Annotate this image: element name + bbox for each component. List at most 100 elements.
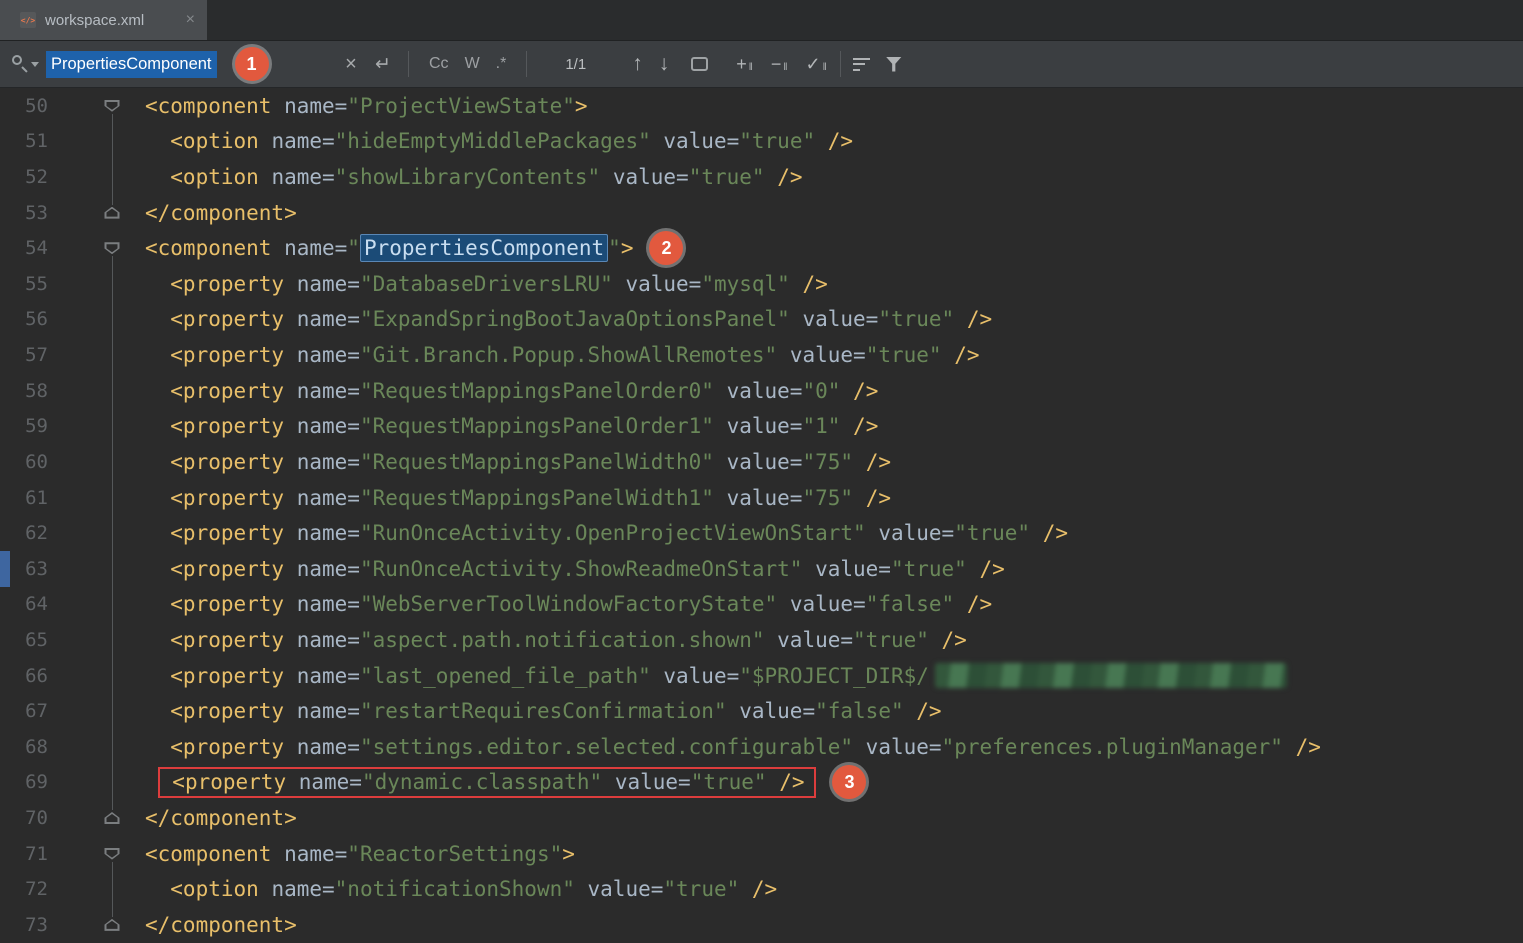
- code-segment: <property: [145, 628, 284, 652]
- fold-gutter[interactable]: [98, 195, 126, 231]
- gutter-strip: [0, 159, 10, 195]
- annotation-badge-1: 1: [235, 47, 269, 81]
- add-occurrence-icon[interactable]: +‖: [736, 54, 754, 75]
- line-number[interactable]: 70: [10, 807, 48, 829]
- code-line[interactable]: 69 <property name="dynamic.classpath" va…: [0, 765, 1523, 801]
- line-number[interactable]: 69: [10, 771, 48, 793]
- code-line[interactable]: 54<component name="PropertiesComponent">…: [0, 230, 1523, 266]
- code-line[interactable]: 56 <property name="ExpandSpringBootJavaO…: [0, 302, 1523, 338]
- line-number[interactable]: 71: [10, 843, 48, 865]
- code-line[interactable]: 62 <property name="RunOnceActivity.OpenP…: [0, 515, 1523, 551]
- fold-marker-expanded-icon[interactable]: [105, 100, 120, 112]
- line-number[interactable]: 53: [10, 202, 48, 224]
- code-segment: "1": [802, 414, 840, 438]
- search-input[interactable]: PropertiesComponent 1: [46, 47, 328, 81]
- line-number[interactable]: 66: [10, 665, 48, 687]
- line-number[interactable]: 67: [10, 700, 48, 722]
- code-line[interactable]: 70</component>: [0, 800, 1523, 836]
- code-text: <property name="RequestMappingsPanelWidt…: [145, 450, 1523, 474]
- code-segment: name=: [284, 307, 360, 331]
- code-segment: "true": [689, 165, 765, 189]
- code-line[interactable]: 60 <property name="RequestMappingsPanelW…: [0, 444, 1523, 480]
- line-number[interactable]: 60: [10, 451, 48, 473]
- select-all-occurrences-icon[interactable]: ✓‖: [806, 54, 828, 75]
- fold-marker-end-icon[interactable]: [105, 812, 120, 824]
- code-line[interactable]: 66 <property name="last_opened_file_path…: [0, 658, 1523, 694]
- code-line[interactable]: 52 <option name="showLibraryContents" va…: [0, 159, 1523, 195]
- code-area[interactable]: 50 <component name="ProjectViewState"> 51 …: [0, 88, 1523, 943]
- search-icon[interactable]: [10, 53, 40, 75]
- code-line[interactable]: 67 <property name="restartRequiresConfir…: [0, 693, 1523, 729]
- clear-search-icon[interactable]: ×: [338, 53, 364, 76]
- regex-toggle[interactable]: .*: [488, 51, 515, 77]
- line-number[interactable]: 64: [10, 593, 48, 615]
- code-segment: name=: [284, 414, 360, 438]
- code-line[interactable]: 73</component>: [0, 907, 1523, 943]
- code-segment: name=: [284, 664, 360, 688]
- code-segment: <option: [145, 165, 259, 189]
- code-segment: "true": [878, 307, 954, 331]
- previous-occurrence-icon[interactable]: ↑: [632, 52, 643, 76]
- code-line[interactable]: 61 <property name="RequestMappingsPanelW…: [0, 480, 1523, 516]
- line-number[interactable]: 63: [10, 558, 48, 580]
- line-number[interactable]: 58: [10, 380, 48, 402]
- fold-gutter[interactable]: [98, 230, 126, 266]
- code-line[interactable]: 71<component name="ReactorSettings">: [0, 836, 1523, 872]
- code-segment: "$PROJECT_DIR$/: [739, 664, 929, 688]
- fold-gutter: [98, 408, 126, 444]
- code-line[interactable]: 58 <property name="RequestMappingsPanelO…: [0, 373, 1523, 409]
- fold-gutter[interactable]: [98, 88, 126, 124]
- line-number[interactable]: 50: [10, 95, 48, 117]
- line-number[interactable]: 55: [10, 273, 48, 295]
- line-number[interactable]: 59: [10, 415, 48, 437]
- fold-marker-expanded-icon[interactable]: [105, 242, 120, 254]
- code-line[interactable]: 53</component>: [0, 195, 1523, 231]
- match-case-toggle[interactable]: Cc: [421, 51, 457, 77]
- code-segment: "restartRequiresConfirmation": [360, 699, 727, 723]
- filter-search-results-icon[interactable]: [886, 57, 902, 72]
- code-line[interactable]: 51 <option name="hideEmptyMiddlePackages…: [0, 124, 1523, 160]
- whole-words-toggle[interactable]: W: [457, 51, 488, 77]
- fold-gutter[interactable]: [98, 836, 126, 872]
- line-number[interactable]: 52: [10, 166, 48, 188]
- fold-gutter[interactable]: [98, 907, 126, 943]
- code-line[interactable]: 64 <property name="WebServerToolWindowFa…: [0, 587, 1523, 623]
- fold-marker-expanded-icon[interactable]: [105, 848, 120, 860]
- code-line[interactable]: 63 <property name="RunOnceActivity.ShowR…: [0, 551, 1523, 587]
- code-segment: <component: [145, 842, 271, 866]
- line-number[interactable]: 61: [10, 487, 48, 509]
- code-line[interactable]: 72 <option name="notificationShown" valu…: [0, 871, 1523, 907]
- fold-gutter[interactable]: [98, 800, 126, 836]
- fold-marker-end-icon[interactable]: [105, 207, 120, 219]
- line-number[interactable]: 56: [10, 308, 48, 330]
- fold-connector-line: [112, 480, 113, 516]
- remove-occurrence-icon[interactable]: −‖: [771, 54, 789, 75]
- search-history-chevron-icon: [31, 62, 39, 67]
- code-line[interactable]: 50 <component name="ProjectViewState">: [0, 88, 1523, 124]
- code-line[interactable]: 65 <property name="aspect.path.notificat…: [0, 622, 1523, 658]
- line-number[interactable]: 65: [10, 629, 48, 651]
- fold-gutter: [98, 587, 126, 623]
- line-number[interactable]: 51: [10, 130, 48, 152]
- code-line[interactable]: 55 <property name="DatabaseDriversLRU" v…: [0, 266, 1523, 302]
- fold-gutter: [98, 266, 126, 302]
- close-tab-icon[interactable]: ×: [186, 12, 195, 28]
- line-number[interactable]: 73: [10, 914, 48, 936]
- next-occurrence-icon[interactable]: ↓: [659, 52, 670, 76]
- tab-workspace-xml[interactable]: </> workspace.xml ×: [0, 0, 207, 40]
- line-number[interactable]: 54: [10, 237, 48, 259]
- insert-newline-icon[interactable]: ↵: [370, 53, 396, 76]
- line-number[interactable]: 57: [10, 344, 48, 366]
- filter-lines-icon[interactable]: [853, 58, 870, 71]
- gutter-strip: [0, 800, 10, 836]
- fold-marker-end-icon[interactable]: [105, 919, 120, 931]
- line-number[interactable]: 72: [10, 878, 48, 900]
- code-line[interactable]: 68 <property name="settings.editor.selec…: [0, 729, 1523, 765]
- code-segment: "RequestMappingsPanelOrder0": [360, 379, 714, 403]
- search-in-selection-icon[interactable]: [691, 57, 708, 71]
- code-text: <component name="ProjectViewState">: [145, 94, 1523, 118]
- line-number[interactable]: 68: [10, 736, 48, 758]
- code-line[interactable]: 57 <property name="Git.Branch.Popup.Show…: [0, 337, 1523, 373]
- line-number[interactable]: 62: [10, 522, 48, 544]
- code-line[interactable]: 59 <property name="RequestMappingsPanelO…: [0, 408, 1523, 444]
